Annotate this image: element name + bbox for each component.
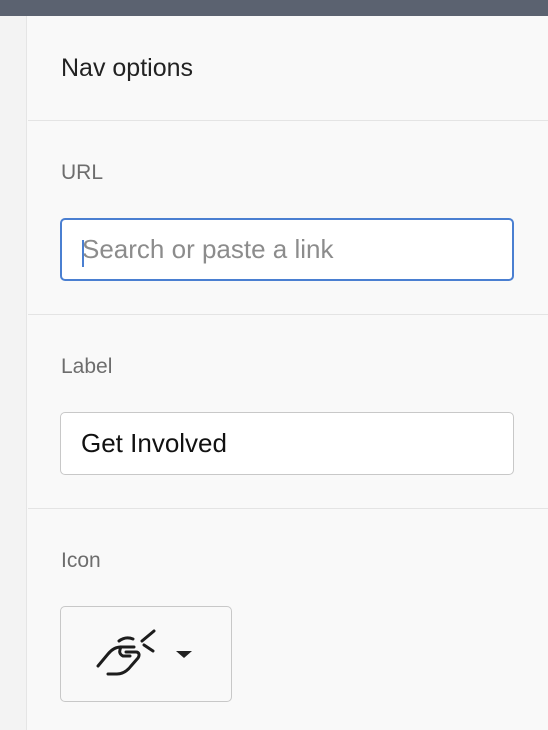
left-side-strip — [0, 16, 27, 730]
url-section: URL — [28, 121, 548, 315]
panel-header: Nav options — [28, 16, 548, 121]
panel-title: Nav options — [61, 54, 194, 82]
url-input[interactable] — [60, 218, 514, 281]
label-section: Label — [28, 315, 548, 509]
nav-options-panel: Nav options URL Label Icon — [28, 16, 548, 730]
chevron-down-icon — [176, 651, 192, 658]
label-input[interactable] — [60, 412, 514, 475]
icon-label: Icon — [61, 549, 101, 572]
icon-section: Icon — [28, 509, 548, 730]
url-label: URL — [61, 161, 104, 184]
handshake-icon — [96, 629, 156, 676]
top-bar — [0, 0, 548, 16]
icon-picker-dropdown[interactable] — [60, 606, 232, 702]
text-cursor — [82, 240, 84, 267]
label-label: Label — [61, 355, 113, 378]
